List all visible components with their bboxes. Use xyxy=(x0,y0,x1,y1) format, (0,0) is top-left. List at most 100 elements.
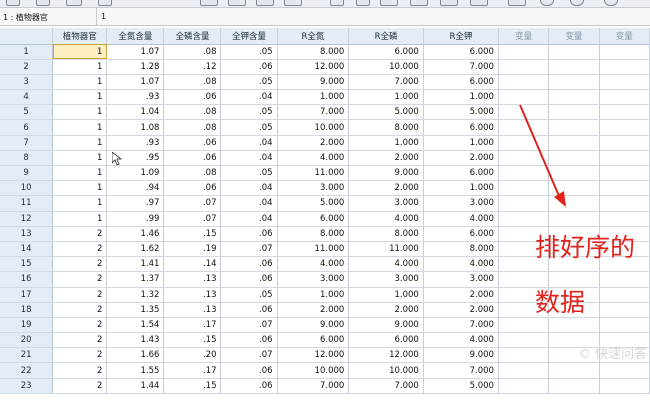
toolbar-icon[interactable] xyxy=(330,0,344,6)
data-cell[interactable]: .06 xyxy=(220,226,278,242)
row-number[interactable]: 11 xyxy=(0,195,54,212)
data-cell[interactable]: 7.000 xyxy=(423,317,499,334)
data-cell[interactable]: 1.000 xyxy=(423,180,499,197)
toolbar-icon[interactable] xyxy=(200,0,218,6)
empty-cell[interactable] xyxy=(548,135,600,151)
toolbar-icon[interactable] xyxy=(66,0,82,6)
data-cell[interactable]: 6.000 xyxy=(423,119,499,136)
data-cell[interactable]: 1 xyxy=(52,59,108,75)
row-number[interactable]: 7 xyxy=(0,135,54,151)
data-cell[interactable]: .08 xyxy=(163,74,222,91)
data-cell[interactable]: .05 xyxy=(220,119,278,136)
data-cell[interactable]: .06 xyxy=(220,271,278,288)
data-cell[interactable]: 3.000 xyxy=(348,195,424,212)
empty-cell[interactable] xyxy=(498,195,550,212)
data-cell[interactable]: 5.000 xyxy=(423,104,499,121)
empty-variable-header[interactable]: 变量 xyxy=(599,28,650,45)
data-cell[interactable]: 2.000 xyxy=(423,287,499,303)
data-cell[interactable]: 8.000 xyxy=(277,226,350,242)
data-cell[interactable]: .04 xyxy=(220,135,278,151)
data-cell[interactable]: .04 xyxy=(220,180,278,197)
toolbar-icon[interactable] xyxy=(440,0,458,6)
data-cell[interactable]: 4.000 xyxy=(423,256,499,273)
empty-cell[interactable] xyxy=(548,317,600,334)
data-cell[interactable]: 1 xyxy=(52,211,108,227)
empty-cell[interactable] xyxy=(498,135,550,151)
data-cell[interactable]: 8.000 xyxy=(348,226,424,242)
empty-cell[interactable] xyxy=(599,317,650,334)
row-number[interactable]: 10 xyxy=(0,180,54,197)
empty-cell[interactable] xyxy=(599,74,650,91)
column-header[interactable]: R全磷 xyxy=(348,28,424,45)
data-cell[interactable]: 1.000 xyxy=(423,89,499,106)
data-cell[interactable]: 1.000 xyxy=(348,287,424,303)
data-cell[interactable]: 2.000 xyxy=(348,302,424,318)
data-cell[interactable]: .06 xyxy=(220,256,278,273)
row-number[interactable]: 13 xyxy=(0,226,54,242)
data-cell[interactable]: 4.000 xyxy=(423,332,499,349)
empty-cell[interactable] xyxy=(599,378,650,394)
row-number[interactable]: 3 xyxy=(0,74,54,91)
data-cell[interactable]: 1.41 xyxy=(106,256,165,273)
data-cell[interactable]: 1.000 xyxy=(423,135,499,151)
empty-cell[interactable] xyxy=(599,135,650,151)
data-cell[interactable]: 1.08 xyxy=(106,119,165,136)
data-cell[interactable]: .97 xyxy=(106,195,165,212)
data-cell[interactable]: .06 xyxy=(220,332,278,349)
toolbar-icon[interactable] xyxy=(410,0,428,6)
data-cell[interactable]: 1.62 xyxy=(106,241,165,258)
data-cell[interactable]: 10.000 xyxy=(277,362,350,379)
data-cell[interactable]: .07 xyxy=(163,195,222,212)
data-cell[interactable]: 8.000 xyxy=(423,241,499,258)
data-cell[interactable]: 4.000 xyxy=(423,211,499,227)
data-cell[interactable]: .12 xyxy=(163,59,222,75)
data-cell[interactable]: .20 xyxy=(163,347,222,364)
empty-cell[interactable] xyxy=(548,104,600,121)
data-cell[interactable]: 1.66 xyxy=(106,347,165,364)
data-cell[interactable]: .06 xyxy=(220,302,278,318)
data-cell[interactable]: 12.000 xyxy=(277,59,350,75)
data-cell[interactable]: 1.000 xyxy=(277,287,350,303)
data-cell[interactable]: 4.000 xyxy=(277,150,350,167)
data-cell[interactable]: 11.000 xyxy=(277,241,350,258)
data-cell[interactable]: 2 xyxy=(52,256,108,273)
data-cell[interactable]: 2 xyxy=(52,271,108,288)
data-cell[interactable]: .14 xyxy=(163,256,222,273)
empty-cell[interactable] xyxy=(498,74,550,91)
toolbar-icon[interactable] xyxy=(228,0,246,6)
empty-cell[interactable] xyxy=(498,119,550,136)
toolbar-icon[interactable] xyxy=(570,0,584,6)
data-cell[interactable]: .05 xyxy=(220,74,278,91)
data-cell[interactable]: .05 xyxy=(220,287,278,303)
data-cell[interactable]: 1.07 xyxy=(106,74,165,91)
toolbar-icon[interactable] xyxy=(256,0,274,6)
empty-cell[interactable] xyxy=(548,165,600,182)
data-cell[interactable]: .08 xyxy=(163,119,222,136)
empty-cell[interactable] xyxy=(548,59,600,75)
data-cell[interactable]: .19 xyxy=(163,241,222,258)
data-cell[interactable]: 7.000 xyxy=(277,378,350,394)
empty-cell[interactable] xyxy=(498,89,550,106)
row-number[interactable]: 16 xyxy=(0,271,54,288)
data-cell[interactable]: 9.000 xyxy=(348,165,424,182)
data-cell[interactable]: .04 xyxy=(220,211,278,227)
empty-cell[interactable] xyxy=(599,59,650,75)
data-cell[interactable]: 6.000 xyxy=(423,165,499,182)
empty-cell[interactable] xyxy=(498,378,550,394)
data-cell[interactable]: 2 xyxy=(52,241,108,258)
empty-cell[interactable] xyxy=(599,44,650,60)
data-cell[interactable]: 7.000 xyxy=(277,104,350,121)
row-number[interactable]: 4 xyxy=(0,89,54,106)
empty-cell[interactable] xyxy=(599,119,650,136)
row-number[interactable]: 12 xyxy=(0,211,54,227)
data-cell[interactable]: .08 xyxy=(163,104,222,121)
data-cell[interactable]: 2.000 xyxy=(423,150,499,167)
data-cell[interactable]: .06 xyxy=(163,135,222,151)
data-cell[interactable]: 4.000 xyxy=(348,211,424,227)
toolbar-icon[interactable] xyxy=(6,0,20,6)
data-cell[interactable]: 1.46 xyxy=(106,226,165,242)
data-cell[interactable]: 8.000 xyxy=(277,44,350,60)
empty-cell[interactable] xyxy=(599,180,650,197)
empty-cell[interactable] xyxy=(599,211,650,227)
data-cell[interactable]: 10.000 xyxy=(348,362,424,379)
